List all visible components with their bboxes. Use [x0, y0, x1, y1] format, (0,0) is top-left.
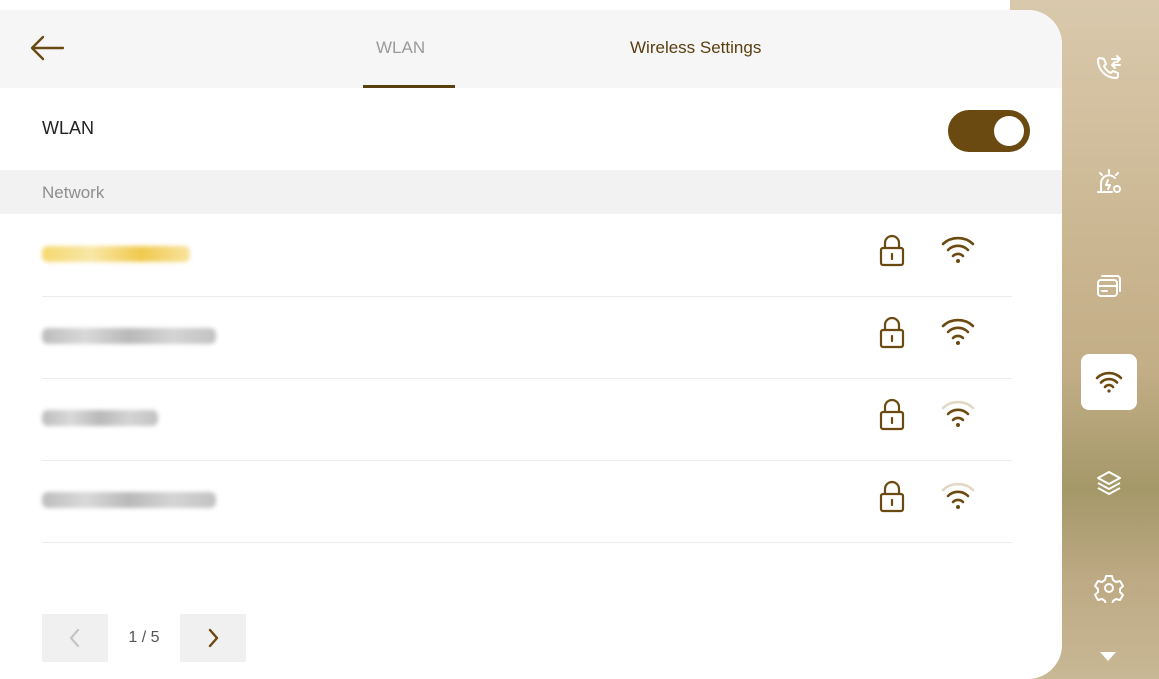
- network-row[interactable]: [42, 214, 1012, 297]
- back-button[interactable]: [24, 28, 70, 68]
- wlan-panel: WLAN Wireless Settings WLAN Network 1 / …: [0, 10, 1062, 679]
- network-row[interactable]: [42, 460, 1012, 543]
- wifi-signal-icon: [941, 318, 975, 345]
- card-icon[interactable]: [1081, 258, 1137, 314]
- wifi-signal-icon: [941, 236, 975, 263]
- lock-icon: [879, 234, 905, 267]
- wlan-label: WLAN: [42, 118, 95, 138]
- lock-icon: [879, 480, 905, 513]
- toggle-knob: [994, 116, 1024, 146]
- page-indicator: 1 / 5: [128, 629, 160, 646]
- layers-icon[interactable]: [1081, 455, 1137, 511]
- network-row[interactable]: [42, 296, 1012, 379]
- lock-icon: [879, 398, 905, 431]
- wlan-toggle-row: WLAN: [0, 88, 1062, 170]
- wifi-nav-icon[interactable]: [1081, 354, 1137, 410]
- network-ssid: [42, 492, 216, 508]
- network-section-header: Network: [0, 170, 1062, 214]
- next-page-button[interactable]: [180, 614, 246, 662]
- header-bar: WLAN Wireless Settings: [0, 10, 1062, 88]
- arrow-left-icon: [30, 35, 65, 61]
- prev-page-button[interactable]: [42, 614, 108, 662]
- network-ssid: [42, 246, 190, 262]
- tab-wireless-settings[interactable]: Wireless Settings: [630, 38, 761, 58]
- alarm-settings-icon[interactable]: [1081, 155, 1137, 211]
- network-row[interactable]: [42, 378, 1012, 461]
- wlan-toggle[interactable]: [948, 110, 1030, 152]
- network-ssid: [42, 410, 158, 426]
- section-title: Network: [42, 183, 105, 202]
- chevron-right-icon: [208, 628, 219, 648]
- scroll-down-icon[interactable]: [1100, 652, 1116, 661]
- wifi-signal-icon: [941, 400, 975, 427]
- call-transfer-icon[interactable]: [1081, 40, 1137, 96]
- network-ssid: [42, 328, 216, 344]
- wifi-signal-icon: [941, 482, 975, 509]
- tab-wlan[interactable]: WLAN: [376, 38, 425, 58]
- pagination: 1 / 5: [42, 614, 246, 662]
- lock-icon: [879, 316, 905, 349]
- chevron-left-icon: [69, 628, 80, 648]
- gear-icon[interactable]: [1081, 560, 1137, 616]
